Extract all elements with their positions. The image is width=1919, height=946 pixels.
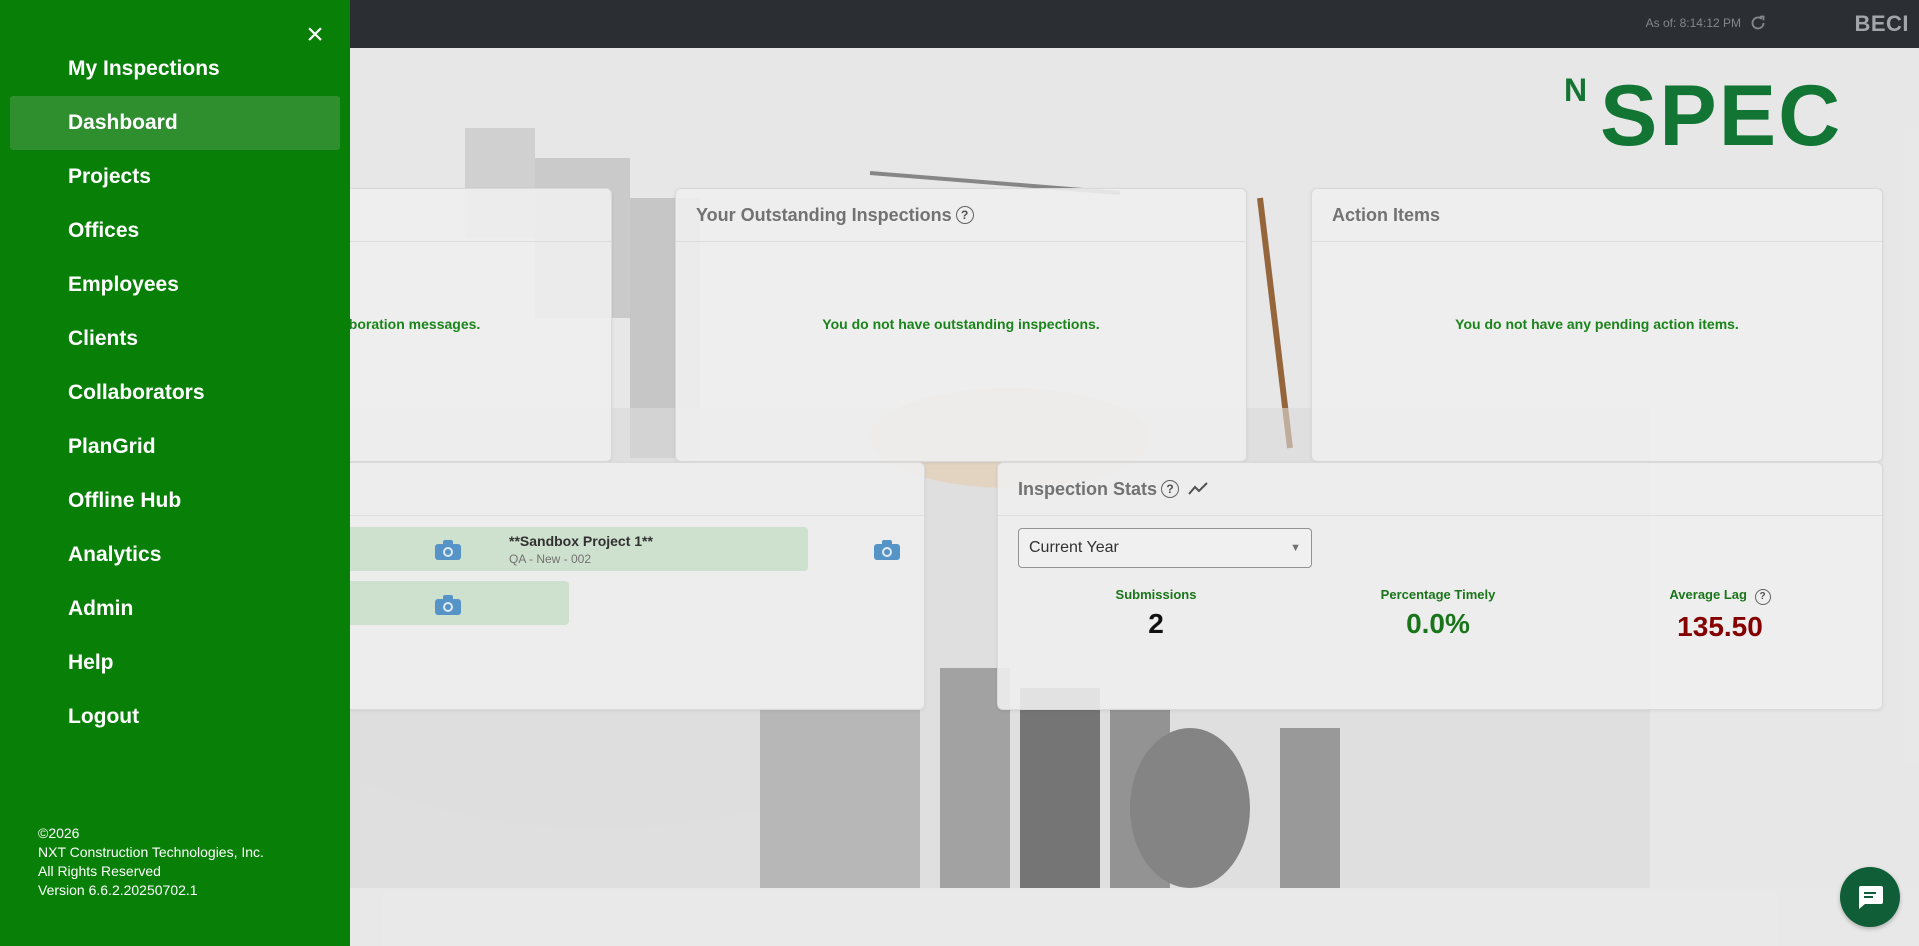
chat-button[interactable] (1840, 867, 1900, 927)
sidebar-item-employees[interactable]: Employees (10, 258, 340, 312)
sidebar-item-admin[interactable]: Admin (10, 582, 340, 636)
sidebar-item-dashboard[interactable]: Dashboard (10, 96, 340, 150)
side-menu: × My Inspections Dashboard Projects Offices… (0, 0, 350, 946)
sidebar-item-help[interactable]: Help (10, 636, 340, 690)
sidebar-item-offices[interactable]: Offices (10, 204, 340, 258)
sidebar-item-collaborators[interactable]: Collaborators (10, 366, 340, 420)
sidebar-item-offline-hub[interactable]: Offline Hub (10, 474, 340, 528)
sidebar-item-analytics[interactable]: Analytics (10, 528, 340, 582)
sidebar-item-clients[interactable]: Clients (10, 312, 340, 366)
company-name: NXT Construction Technologies, Inc. (38, 844, 264, 860)
sidebar-item-logout[interactable]: Logout (10, 690, 340, 744)
side-menu-nav: My Inspections Dashboard Projects Offices Em… (10, 42, 340, 744)
rights-reserved: All Rights Reserved (38, 863, 161, 879)
sidebar-item-my-inspections[interactable]: My Inspections (10, 42, 340, 96)
sidebar-item-plangrid[interactable]: PlanGrid (10, 420, 340, 474)
sidebar-item-projects[interactable]: Projects (10, 150, 340, 204)
sidebar-footer: ©2026 NXT Construction Technologies, Inc… (38, 824, 264, 900)
chat-icon (1859, 886, 1883, 909)
copyright: ©2026 (38, 825, 80, 841)
app-version: Version 6.6.2.20250702.1 (38, 882, 198, 898)
